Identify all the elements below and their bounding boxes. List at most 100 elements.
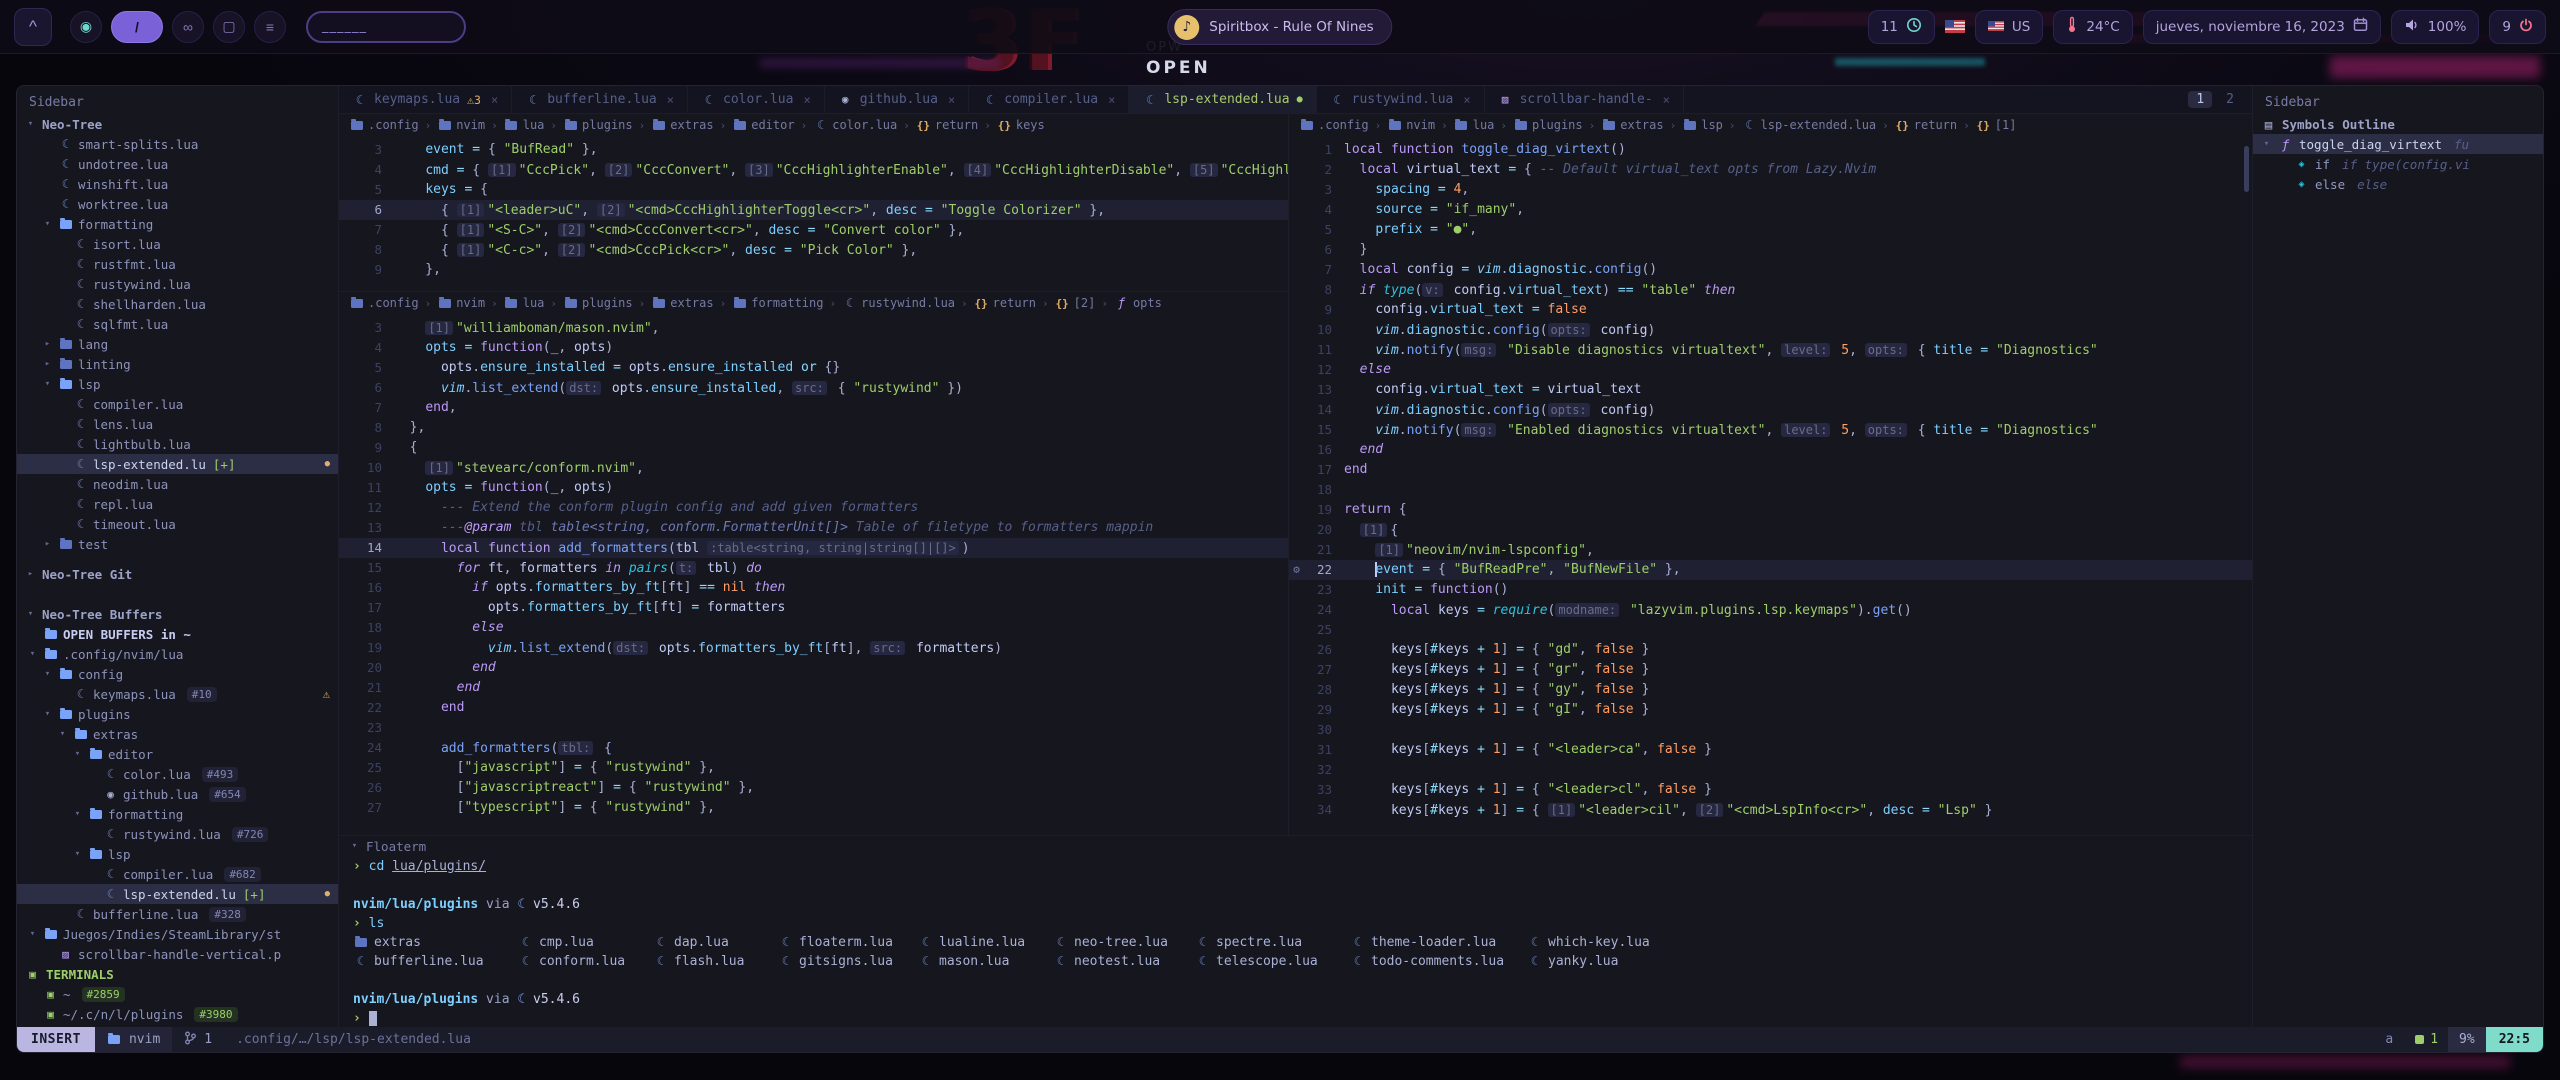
tree-item-config-nvim-lua[interactable]: ▾.config/nvim/lua bbox=[17, 644, 338, 664]
code-line[interactable]: 27 ["typescript"] = { "rustywind" }, bbox=[339, 798, 1288, 818]
tab-scrollbar-handle[interactable]: ▨scrollbar-handle-× bbox=[1485, 86, 1684, 113]
tree-item-formatting[interactable]: ▾formatting bbox=[17, 804, 338, 824]
breadcrumb-item[interactable]: extras bbox=[1601, 118, 1663, 132]
file-entry-mason-lua[interactable]: ☾mason.lua bbox=[918, 952, 1053, 971]
chevron-icon[interactable]: ▾ bbox=[72, 749, 83, 759]
code-line[interactable]: 8 if type(v: config.virtual_text) == "ta… bbox=[1289, 280, 2252, 300]
terminal-output[interactable]: › cd lua/plugins/nvim/lua/plugins via ☾ … bbox=[339, 856, 2252, 1027]
file-entry-neotest-lua[interactable]: ☾neotest.lua bbox=[1053, 952, 1195, 971]
file-entry-dap-lua[interactable]: ☾dap.lua bbox=[653, 933, 778, 952]
code-line[interactable]: 17end bbox=[1289, 460, 2252, 480]
code-line[interactable]: 5 keys = { bbox=[339, 180, 1288, 200]
code-line[interactable]: 21 end bbox=[339, 678, 1288, 698]
tree-item-repl-lua[interactable]: ☾repl.lua bbox=[17, 494, 338, 514]
code-line[interactable]: 3 spacing = 4, bbox=[1289, 180, 2252, 200]
code-line[interactable]: 4 cmd = { [1]"CccPick", [2]"CccConvert",… bbox=[339, 160, 1288, 180]
breadcrumb-item[interactable]: lua bbox=[504, 118, 545, 132]
file-entry-spectre-lua[interactable]: ☾spectre.lua bbox=[1195, 933, 1350, 952]
file-entry-telescope-lua[interactable]: ☾telescope.lua bbox=[1195, 952, 1350, 971]
code-line[interactable]: ⚙22 event = { "BufReadPre", "BufNewFile"… bbox=[1289, 560, 2252, 580]
breadcrumb-item[interactable]: .config bbox=[1299, 118, 1369, 132]
breadcrumb-item[interactable]: {}return bbox=[916, 118, 978, 132]
file-entry-yanky-lua[interactable]: ☾yanky.lua bbox=[1527, 952, 1677, 971]
scrollbar-handle[interactable] bbox=[2244, 146, 2249, 192]
file-entry-extras[interactable]: extras bbox=[353, 933, 518, 952]
chevron-icon[interactable]: ▾ bbox=[42, 709, 53, 719]
code-line[interactable]: 25 ["javascript"] = { "rustywind" }, bbox=[339, 758, 1288, 778]
code-line[interactable]: 32 bbox=[1289, 760, 2252, 780]
tree-item-item[interactable]: ▣~#2859 bbox=[17, 984, 338, 1004]
code-line[interactable]: 4 opts = function(_, opts) bbox=[339, 338, 1288, 358]
breadcrumb-item[interactable]: ƒopts bbox=[1114, 296, 1162, 310]
code-line[interactable]: 15 for ft, formatters in pairs(t: tbl) d… bbox=[339, 558, 1288, 578]
breadcrumb-item[interactable]: formatting bbox=[732, 296, 823, 310]
code-line[interactable]: 9 }, bbox=[339, 260, 1288, 280]
code-line[interactable]: 9 config.virtual_text = false bbox=[1289, 300, 2252, 320]
tabpage-2[interactable]: 2 bbox=[2218, 91, 2242, 108]
breadcrumb-item[interactable]: plugins bbox=[563, 296, 633, 310]
breadcrumb-item[interactable]: {}[1] bbox=[1976, 118, 2017, 132]
code-line[interactable]: 12 else bbox=[1289, 360, 2252, 380]
code-buffer[interactable]: 1local function toggle_diag_virtext()2 l… bbox=[1289, 136, 2252, 835]
workspace-button-1[interactable]: ◉ bbox=[70, 11, 102, 43]
git-branch[interactable]: 1 bbox=[172, 1027, 224, 1052]
code-line[interactable]: 19 vim.list_extend(dst: opts.formatters_… bbox=[339, 638, 1288, 658]
code-line[interactable]: 21 [1]"neovim/nvim-lspconfig", bbox=[1289, 540, 2252, 560]
chevron-icon[interactable]: ▸ bbox=[42, 359, 53, 369]
close-icon[interactable]: × bbox=[1463, 93, 1470, 107]
tree-item-lsp-extended-lu[interactable]: ☾lsp-extended.lu[+]● bbox=[17, 454, 338, 474]
tree-item-keymaps-lua[interactable]: ☾keymaps.lua#10⚠ bbox=[17, 684, 338, 704]
code-line[interactable]: 2 local virtual_text = { -- Default virt… bbox=[1289, 160, 2252, 180]
power-widget[interactable]: 9 bbox=[2489, 10, 2546, 44]
code-line[interactable]: 20 [1]{ bbox=[1289, 520, 2252, 540]
tree-item-sqlfmt-lua[interactable]: ☾sqlfmt.lua bbox=[17, 314, 338, 334]
code-line[interactable]: 22 end bbox=[339, 698, 1288, 718]
tree-item-lang[interactable]: ▸lang bbox=[17, 334, 338, 354]
breadcrumb-item[interactable]: extras bbox=[651, 296, 713, 310]
breadcrumb-item[interactable]: nvim bbox=[1387, 118, 1435, 132]
search-launcher[interactable]: ______ bbox=[306, 11, 466, 43]
updates-widget[interactable]: 11 bbox=[1868, 10, 1935, 44]
tree-item-neodim-lua[interactable]: ☾neodim.lua bbox=[17, 474, 338, 494]
tree-item-winshift-lua[interactable]: ☾winshift.lua bbox=[17, 174, 338, 194]
code-line[interactable]: 11 opts = function(_, opts) bbox=[339, 478, 1288, 498]
code-line[interactable]: 26 keys[#keys + 1] = { "gd", false } bbox=[1289, 640, 2252, 660]
code-buffer[interactable]: 3 [1]"williamboman/mason.nvim",4 opts = … bbox=[339, 314, 1288, 835]
tree-item-scrollbar-handle-vertical-p[interactable]: ▨scrollbar-handle-vertical.p bbox=[17, 944, 338, 964]
breadcrumb-item[interactable]: lua bbox=[1454, 118, 1495, 132]
file-entry-floaterm-lua[interactable]: ☾floaterm.lua bbox=[778, 933, 918, 952]
code-line[interactable]: 8 { [1]"<C-c>", [2]"<cmd>CccPick<cr>", d… bbox=[339, 240, 1288, 260]
tree-item-juegos-indies-steamlibrary-st[interactable]: ▾Juegos/Indies/SteamLibrary/st bbox=[17, 924, 338, 944]
music-widget[interactable]: ♪ Spiritbox - Rule Of Nines bbox=[1167, 9, 1392, 45]
symbols-outline-header[interactable]: ▤ Symbols Outline bbox=[2253, 114, 2543, 134]
tree-item-linting[interactable]: ▸linting bbox=[17, 354, 338, 374]
tree-item-compiler-lua[interactable]: ☾compiler.lua#682 bbox=[17, 864, 338, 884]
breadcrumb-item[interactable]: .config bbox=[349, 296, 419, 310]
tree-item-editor[interactable]: ▾editor bbox=[17, 744, 338, 764]
tree-item-extras[interactable]: ▾extras bbox=[17, 724, 338, 744]
tree-item-lens-lua[interactable]: ☾lens.lua bbox=[17, 414, 338, 434]
file-entry-gitsigns-lua[interactable]: ☾gitsigns.lua bbox=[778, 952, 918, 971]
temperature-widget[interactable]: 24°C bbox=[2053, 10, 2132, 44]
code-buffer[interactable]: 3 event = { "BufRead" },4 cmd = { [1]"Cc… bbox=[339, 136, 1288, 291]
chevron-icon[interactable]: ▾ bbox=[72, 809, 83, 819]
code-line[interactable]: 3 [1]"williamboman/mason.nvim", bbox=[339, 318, 1288, 338]
flag-tray-icon[interactable] bbox=[1945, 20, 1965, 33]
tree-item-compiler-lua[interactable]: ☾compiler.lua bbox=[17, 394, 338, 414]
file-entry-neo-tree-lua[interactable]: ☾neo-tree.lua bbox=[1053, 933, 1195, 952]
volume-widget[interactable]: 100% bbox=[2391, 10, 2480, 44]
code-line[interactable]: 9 { bbox=[339, 438, 1288, 458]
file-entry-conform-lua[interactable]: ☾conform.lua bbox=[518, 952, 653, 971]
code-line[interactable]: 25 bbox=[1289, 620, 2252, 640]
code-line[interactable]: 23 bbox=[339, 718, 1288, 738]
code-line[interactable]: 13 config.virtual_text = virtual_text bbox=[1289, 380, 2252, 400]
tree-item-color-lua[interactable]: ☾color.lua#493 bbox=[17, 764, 338, 784]
tree-item-github-lua[interactable]: ◉github.lua#654 bbox=[17, 784, 338, 804]
code-line[interactable]: 23 init = function() bbox=[1289, 580, 2252, 600]
floaterm-panel[interactable]: ▾ Floaterm › cd lua/plugins/nvim/lua/plu… bbox=[339, 835, 2252, 1027]
tab-bufferline-lua[interactable]: ☾bufferline.lua× bbox=[512, 86, 688, 113]
tree-item-plugins[interactable]: ▾plugins bbox=[17, 704, 338, 724]
code-line[interactable]: 6 } bbox=[1289, 240, 2252, 260]
workspace-button-5[interactable]: ≡ bbox=[254, 11, 286, 43]
close-icon[interactable]: × bbox=[948, 93, 955, 107]
